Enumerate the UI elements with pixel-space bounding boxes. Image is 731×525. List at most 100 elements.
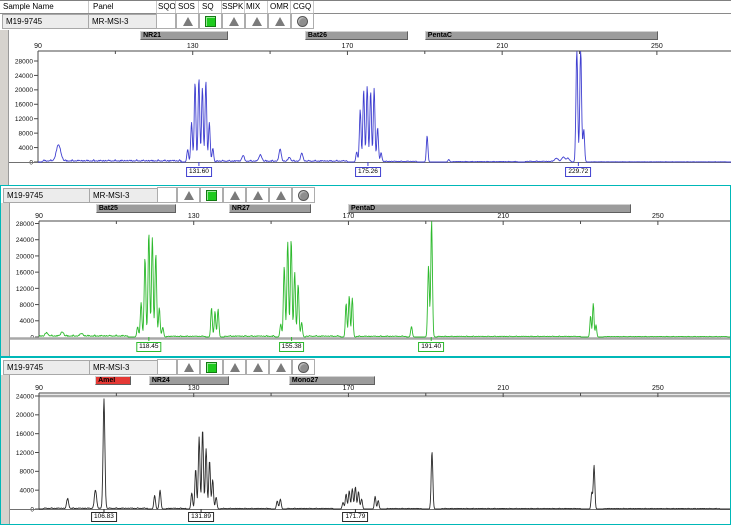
peak-size-label[interactable]: 106.83 <box>91 512 117 522</box>
sample-row[interactable]: M19-9745 MR-MSI-3 <box>0 13 731 30</box>
column-header-mix: MIX <box>246 2 260 12</box>
sample-name-cell[interactable]: M19-9745 <box>3 360 92 375</box>
sample-row[interactable]: M19-9745 MR-MSI-3 <box>1 359 730 376</box>
column-separator <box>313 1 314 13</box>
svg-text:16000: 16000 <box>16 270 34 277</box>
svg-text:210: 210 <box>497 213 509 220</box>
flag-cell-mix[interactable] <box>245 13 268 29</box>
genemarker-window: Sample Name Panel SQO SOS SQ SSPK MIX OM… <box>0 0 731 525</box>
flag-cell-omr[interactable] <box>268 13 291 29</box>
svg-text:170: 170 <box>343 385 355 392</box>
flag-cell-omr[interactable] <box>269 187 292 203</box>
svg-text:4000: 4000 <box>20 488 35 495</box>
sample-row[interactable]: M19-9745 MR-MSI-3 <box>1 187 730 204</box>
peak-size-label[interactable]: 171.79 <box>342 512 368 522</box>
column-separator <box>267 1 268 13</box>
column-header-cgq: CGQ <box>293 2 311 12</box>
peak-size-label[interactable]: 131.89 <box>188 512 214 522</box>
gray-triangle-icon <box>276 191 286 200</box>
flag-cell-mix[interactable] <box>246 359 269 375</box>
svg-text:250: 250 <box>652 213 664 220</box>
svg-text:170: 170 <box>342 43 354 50</box>
gray-circle-icon <box>298 362 309 373</box>
svg-text:20000: 20000 <box>16 412 34 419</box>
flag-cell-sq[interactable] <box>200 359 223 375</box>
peak-size-label[interactable]: 131.60 <box>186 167 212 177</box>
sample-name-cell[interactable]: M19-9745 <box>3 188 92 203</box>
column-header-sq: SQ <box>202 2 214 12</box>
column-separator <box>88 1 89 13</box>
svg-text:130: 130 <box>187 43 199 50</box>
svg-text:12000: 12000 <box>16 450 34 457</box>
flag-cell-sq[interactable] <box>199 13 222 29</box>
column-header-sspk: SSPK <box>222 2 243 12</box>
flag-cell-sos[interactable] <box>176 13 199 29</box>
peak-size-label[interactable]: 191.40 <box>418 342 444 352</box>
gray-triangle-icon <box>275 17 285 26</box>
green-square-icon <box>205 16 216 27</box>
svg-text:24000: 24000 <box>15 73 33 80</box>
column-separator <box>175 1 176 13</box>
electropherogram-plot-green[interactable]: 9013017021025004000800012000160002000024… <box>1 211 731 345</box>
gray-triangle-icon <box>184 191 194 200</box>
column-header-omr: OMR <box>270 2 289 12</box>
flag-cell-mix[interactable] <box>246 187 269 203</box>
gray-triangle-icon <box>230 363 240 372</box>
panel-name-cell[interactable]: MR-MSI-3 <box>89 360 160 375</box>
column-header-sos: SOS <box>178 2 195 12</box>
column-separator <box>156 1 157 13</box>
svg-text:28000: 28000 <box>16 221 34 228</box>
svg-text:250: 250 <box>652 385 664 392</box>
flag-cell-omr[interactable] <box>269 359 292 375</box>
flag-cell-sspk[interactable] <box>223 187 246 203</box>
svg-text:8000: 8000 <box>20 469 35 476</box>
flag-cell-cgq[interactable] <box>292 359 315 375</box>
gray-circle-icon <box>298 190 309 201</box>
marker-bar-nr21[interactable]: NR21 <box>140 31 228 40</box>
gray-triangle-icon <box>183 17 193 26</box>
svg-text:28000: 28000 <box>15 58 33 65</box>
gray-triangle-icon <box>276 363 286 372</box>
green-square-icon <box>206 190 217 201</box>
panel-name-cell[interactable]: MR-MSI-3 <box>89 188 160 203</box>
svg-text:8000: 8000 <box>20 302 35 309</box>
svg-text:90: 90 <box>34 43 42 50</box>
flag-cell-sqo[interactable] <box>157 187 177 203</box>
column-header-panel: Panel <box>93 2 113 12</box>
peak-size-label[interactable]: 118.45 <box>136 342 161 352</box>
gray-triangle-icon <box>253 363 263 372</box>
flag-cell-sspk[interactable] <box>223 359 246 375</box>
svg-text:16000: 16000 <box>16 431 34 438</box>
svg-text:20000: 20000 <box>15 87 33 94</box>
green-square-icon <box>206 362 217 373</box>
flag-cell-sos[interactable] <box>177 359 200 375</box>
flag-cell-cgq[interactable] <box>291 13 314 29</box>
svg-text:90: 90 <box>35 385 43 392</box>
marker-bar-bat26[interactable]: Bat26 <box>305 31 408 40</box>
flag-cell-cgq[interactable] <box>292 187 315 203</box>
flag-cell-sqo[interactable] <box>156 13 176 29</box>
svg-text:4000: 4000 <box>19 145 34 152</box>
panel-name-cell[interactable]: MR-MSI-3 <box>88 14 159 29</box>
flag-cell-sq[interactable] <box>200 187 223 203</box>
electropherogram-plot-black[interactable]: 9013017021025004000800012000160002000024… <box>1 383 731 515</box>
gray-triangle-icon <box>252 17 262 26</box>
flag-cell-sqo[interactable] <box>157 359 177 375</box>
peak-size-label[interactable]: 175.26 <box>355 167 381 177</box>
flag-cell-sos[interactable] <box>177 187 200 203</box>
sample-name-cell[interactable]: M19-9745 <box>2 14 91 29</box>
electropherogram-plot-blue[interactable]: 9013017021025004000800012000160002000024… <box>0 41 731 169</box>
trace-panel-black: M19-9745 MR-MSI-3 AmelNR24Mono27 9013017… <box>0 357 731 525</box>
marker-bar-pentac[interactable]: PentaC <box>425 31 658 40</box>
column-separator <box>290 1 291 13</box>
flag-cell-sspk[interactable] <box>222 13 245 29</box>
svg-text:12000: 12000 <box>15 116 33 123</box>
column-separator <box>244 1 245 13</box>
svg-text:90: 90 <box>35 213 43 220</box>
gray-triangle-icon <box>230 191 240 200</box>
column-header-sample-name: Sample Name <box>3 2 54 12</box>
trace-panel-blue: Sample Name Panel SQO SOS SQ SSPK MIX OM… <box>0 0 731 185</box>
svg-text:130: 130 <box>188 385 200 392</box>
peak-size-label[interactable]: 229.72 <box>565 167 591 177</box>
peak-size-label[interactable]: 155.38 <box>279 342 305 352</box>
